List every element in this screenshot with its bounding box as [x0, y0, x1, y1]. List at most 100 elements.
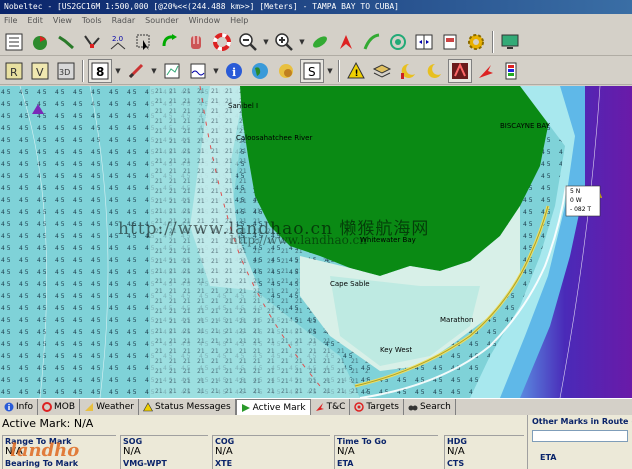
- night-mode-button[interactable]: [422, 58, 446, 83]
- tab-weather[interactable]: Weather: [80, 399, 139, 415]
- menu-edit[interactable]: Edit: [27, 14, 43, 28]
- sounder-button[interactable]: S: [300, 58, 324, 83]
- chart-list-button[interactable]: [2, 29, 26, 54]
- monitor-icon: [501, 34, 519, 49]
- active-mark-status: Active Mark: N/A: [2, 417, 94, 430]
- raster-r-icon: R: [5, 62, 23, 79]
- range-ring-button[interactable]: [386, 29, 410, 54]
- info-icon: i: [226, 62, 242, 79]
- tab-status-messages[interactable]: Status Messages: [139, 399, 236, 415]
- chart-3d-button[interactable]: [184, 29, 208, 54]
- map-label-cape-sable: Cape Sable: [330, 280, 370, 288]
- field-cog: COG N/A XTE: [212, 435, 330, 469]
- zoom-out-dropdown-icon[interactable]: ▼: [262, 38, 270, 46]
- select-button[interactable]: [132, 29, 156, 54]
- leaf-mark-button[interactable]: [308, 29, 332, 54]
- track-line-icon: [363, 33, 380, 50]
- other-marks-panel: Other Marks in Route (T ETA: [527, 415, 632, 469]
- raster-chart-button[interactable]: R: [2, 58, 26, 83]
- marker-tool-button[interactable]: [124, 58, 148, 83]
- mob-icon: [42, 402, 53, 412]
- arrow-mark-icon: [479, 64, 493, 78]
- warning-triangle-icon: [142, 402, 153, 412]
- field-time-to-go: Time To Go N/A ETA: [334, 435, 438, 469]
- info-button[interactable]: i: [222, 58, 246, 83]
- menu-view[interactable]: View: [53, 14, 72, 28]
- cursor-icon: [136, 34, 150, 50]
- toolbar-separator: [82, 59, 84, 82]
- field-label: CTS: [447, 459, 465, 468]
- field-label: ETA: [337, 459, 354, 468]
- layers-dropdown-icon[interactable]: ▼: [114, 67, 122, 75]
- route-leg-button[interactable]: [80, 29, 104, 54]
- layers-button[interactable]: 8: [88, 58, 112, 83]
- svg-text:landho: landho: [10, 440, 79, 461]
- zoom-preset-button[interactable]: 2.0: [106, 29, 130, 54]
- svg-text:V: V: [36, 66, 44, 79]
- zoom-in-icon: [275, 32, 293, 51]
- target-icon: [354, 402, 365, 412]
- callout-line-1: 5 N: [570, 188, 581, 195]
- globe-button[interactable]: [248, 58, 272, 83]
- moon-flag-icon: [401, 63, 415, 79]
- sail-button[interactable]: [474, 58, 498, 83]
- sounder-dropdown-icon[interactable]: ▼: [326, 67, 334, 75]
- palette-button[interactable]: [500, 58, 524, 83]
- monitor-button[interactable]: [498, 29, 522, 54]
- marker-dropdown-icon[interactable]: ▼: [150, 67, 158, 75]
- add-waypoint-button[interactable]: [28, 29, 52, 54]
- 3d-view-button[interactable]: 3D: [54, 58, 78, 83]
- tab-mob[interactable]: MOB: [38, 399, 81, 415]
- print-button[interactable]: [438, 29, 462, 54]
- tab-label: Info: [16, 402, 34, 412]
- tab-active-mark[interactable]: Active Mark: [235, 399, 311, 415]
- menu-window[interactable]: Window: [189, 14, 221, 28]
- other-marks-list[interactable]: [532, 430, 628, 442]
- tab-label: Active Mark: [252, 402, 306, 413]
- tab-label: Status Messages: [154, 402, 231, 412]
- mob-button[interactable]: [210, 29, 234, 54]
- tab-info[interactable]: Info: [0, 399, 39, 415]
- route-button[interactable]: [54, 29, 78, 54]
- track-button[interactable]: [360, 29, 384, 54]
- map-label-key-west: Key West: [380, 346, 413, 354]
- palette-icon: [505, 62, 517, 79]
- tide-wave-icon: [190, 63, 206, 78]
- field-label: VMG-WPT: [123, 459, 167, 468]
- tab-targets[interactable]: Targets: [350, 399, 404, 415]
- landhao-logo: landho: [10, 440, 79, 461]
- layers-stack-button[interactable]: [370, 58, 394, 83]
- field-label: COG: [215, 437, 235, 446]
- tides-dropdown-icon[interactable]: ▼: [212, 67, 220, 75]
- zoom-in-button[interactable]: [272, 29, 296, 54]
- callout-line-3: - 082 T: [570, 206, 592, 213]
- map-label-caloosahatchee: Caloosahatchee River: [236, 134, 313, 142]
- menu-sounder[interactable]: Sounder: [145, 14, 178, 28]
- svg-text:i: i: [232, 66, 236, 79]
- zoom-out-button[interactable]: [236, 29, 260, 54]
- overlay-button[interactable]: [160, 58, 184, 83]
- settings-button[interactable]: [464, 29, 488, 54]
- tab-search[interactable]: Search: [404, 399, 456, 415]
- vector-v-icon: V: [31, 62, 49, 79]
- globe-icon: [252, 62, 268, 79]
- zoom-in-dropdown-icon[interactable]: ▼: [298, 38, 306, 46]
- tab-t-and-c[interactable]: T&C: [311, 399, 351, 415]
- menu-file[interactable]: File: [4, 14, 17, 28]
- vector-chart-button[interactable]: V: [28, 58, 52, 83]
- menu-tools[interactable]: Tools: [82, 14, 102, 28]
- event-mark-button[interactable]: [334, 29, 358, 54]
- field-label: SOG: [123, 437, 143, 446]
- menu-help[interactable]: Help: [230, 14, 248, 28]
- weather-button[interactable]: [274, 58, 298, 83]
- split-view-button[interactable]: [412, 29, 436, 54]
- radar-overlay-button[interactable]: [448, 58, 472, 83]
- main-toolbar: 2.0 ▼ ▼: [0, 28, 632, 56]
- tides-button[interactable]: [186, 58, 210, 83]
- eta-label: ETA: [540, 453, 557, 462]
- moon-phase-button[interactable]: [396, 58, 420, 83]
- route-leg-icon: [84, 34, 100, 48]
- alarm-button[interactable]: !: [344, 58, 368, 83]
- menu-radar[interactable]: Radar: [112, 14, 136, 28]
- rotate-button[interactable]: [158, 29, 182, 54]
